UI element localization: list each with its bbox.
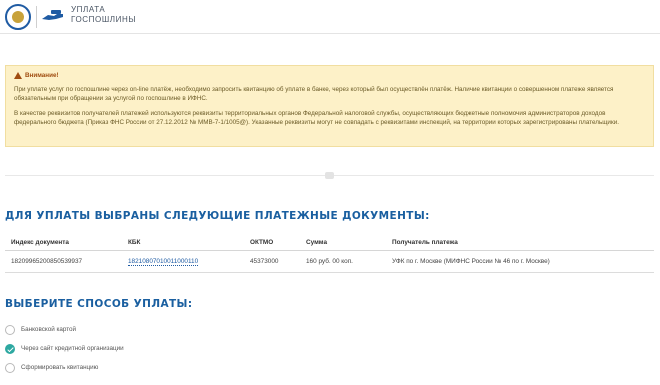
warning-paragraph-2: В качестве реквизитов получателей платеж… — [14, 110, 619, 126]
documents-title: ДЛЯ УПЛАТЫ ВЫБРАНЫ СЛЕДУЮЩИЕ ПЛАТЕЖНЫЕ Д… — [5, 210, 430, 222]
cell-oktmo: 45373000 — [250, 258, 279, 265]
column-header-kbk: КБК — [128, 238, 141, 246]
table-row: 18209965200850539937 1821080701001100011… — [5, 251, 654, 273]
table-header-row: Индекс документа КБК ОКТМО Сумма Получат… — [5, 234, 654, 251]
payment-method-title: ВЫБЕРИТЕ СПОСОБ УПЛАТЫ: — [5, 298, 193, 310]
warning-title-text: Внимание! — [25, 72, 59, 79]
divider-marker — [325, 172, 334, 179]
option-bank-card-label[interactable]: Банковской картой — [21, 326, 76, 333]
column-header-recipient: Получатель платежа — [392, 238, 458, 246]
cell-index: 18209965200850539937 — [11, 258, 83, 265]
option-receipt[interactable]: Сформировать квитанцию — [5, 358, 124, 377]
column-header-index: Индекс документа — [11, 238, 69, 246]
warning-title: Внимание! — [14, 71, 645, 80]
option-credit-org-site-label[interactable]: Через сайт кредитной организации — [21, 345, 124, 352]
service-title-line1: УПЛАТА — [71, 5, 106, 14]
cell-kbk: 18210807010011000110 — [128, 258, 250, 266]
warning-paragraph-1: При уплате услуг по госпошлине через on-… — [14, 86, 614, 102]
warning-box: Внимание! При уплате услуг по госпошлине… — [5, 65, 654, 147]
payment-options: Банковской картой Через сайт кредитной о… — [5, 320, 124, 377]
option-credit-org-site[interactable]: Через сайт кредитной организации — [5, 339, 124, 358]
option-receipt-label[interactable]: Сформировать квитанцию — [21, 364, 98, 371]
cell-recipient: УФК по г. Москве (МИФНС России № 46 по г… — [392, 258, 550, 265]
column-header-oktmo: ОКТМО — [250, 238, 274, 246]
kbk-link[interactable]: 18210807010011000110 — [128, 258, 199, 266]
documents-table: Индекс документа КБК ОКТМО Сумма Получат… — [5, 234, 654, 273]
header-divider — [36, 6, 37, 28]
option-bank-card[interactable]: Банковской картой — [5, 320, 124, 339]
cell-sum: 160 руб. 00 коп. — [306, 258, 353, 265]
warning-icon — [14, 72, 22, 79]
service-title: УПЛАТА ГОСПОШЛИНЫ — [71, 5, 136, 25]
site-header: УПЛАТА ГОСПОШЛИНЫ — [0, 0, 660, 34]
emblem-eagle — [12, 11, 24, 23]
column-header-sum: Сумма — [306, 238, 328, 246]
fns-emblem-icon[interactable] — [5, 4, 31, 30]
service-title-line2: ГОСПОШЛИНЫ — [71, 15, 137, 24]
radio-credit-org-site[interactable] — [5, 343, 15, 354]
hand-coin-icon — [42, 10, 63, 20]
radio-receipt[interactable] — [5, 362, 15, 373]
radio-bank-card[interactable] — [5, 324, 15, 335]
